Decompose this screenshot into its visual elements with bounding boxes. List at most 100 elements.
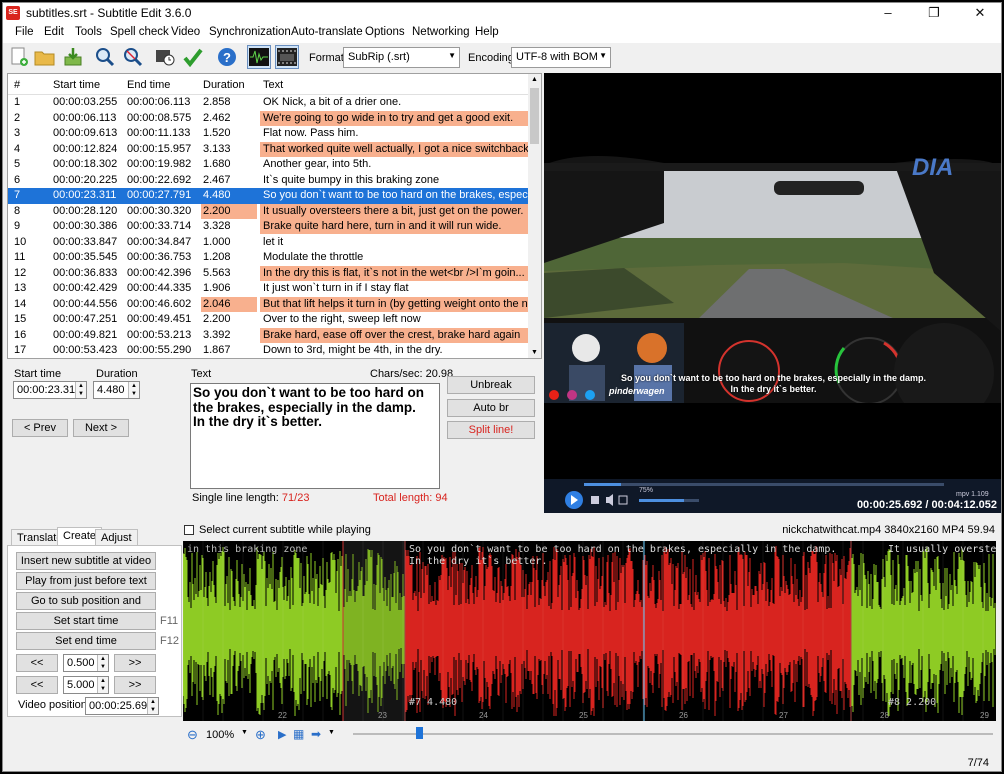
audio-waveform[interactable]: in this braking zone So you don`t want t… [183,541,996,721]
menu-edit[interactable]: Edit [44,26,64,38]
channel-name: pinderwagen [609,386,665,396]
video-progress-bar[interactable] [584,483,621,486]
waveform-scroll-track[interactable] [353,733,993,735]
spin-arrows-icon[interactable]: ▲ ▼ [97,655,108,671]
auto-br-button[interactable]: Auto br [447,399,535,417]
table-row[interactable]: 7 00:00:23.311 00:00:27.791 4.480 So you don… [8,188,529,204]
table-row[interactable]: 1 00:00:03.255 00:00:06.113 2.858 OK Nick, a… [8,95,529,111]
forward-large-button[interactable]: >> [114,676,156,694]
set-start-time-button[interactable]: Set start time [16,612,156,630]
zoom-in-icon[interactable]: ⊕ [255,727,266,743]
scroll-thumb[interactable] [530,88,539,144]
scroll-down-icon[interactable]: ▼ [531,349,538,356]
row-duration: 3.328 [203,220,231,232]
row-end-time: 00:00:30.320 [127,204,192,217]
table-row[interactable]: 15 00:00:47.251 00:00:49.451 2.200 Over to t… [8,312,529,328]
table-row[interactable]: 2 00:00:06.113 00:00:08.575 2.462 We're goin… [8,110,529,127]
subtitle-grid[interactable]: # Start time End time Duration Text 1 00:… [7,73,542,359]
forward-small-button[interactable]: >> [114,654,156,672]
duration-input[interactable]: 4.480 ▲ ▼ [93,381,140,399]
table-row[interactable]: 9 00:00:30.386 00:00:33.714 3.328 Brake quit… [8,219,529,235]
save-icon[interactable] [61,45,85,69]
new-file-icon[interactable] [7,45,31,69]
menu-auto-translate[interactable]: Auto-translate [291,26,363,38]
table-row[interactable]: 12 00:00:36.833 00:00:42.396 5.563 In the dr… [8,265,529,282]
video-position-input[interactable]: 00:00:25.692 ▲ ▼ [85,697,159,715]
maximize-button[interactable]: ❐ [911,3,957,23]
menu-spell-check[interactable]: Spell check [110,26,169,38]
help-icon[interactable]: ? [215,45,239,69]
insert-subtitle-button[interactable]: Insert new subtitle at video pos [16,552,156,583]
chevron-down-icon[interactable]: ▼ [241,729,248,736]
menu-tools[interactable]: Tools [75,26,102,38]
spin-arrows-icon[interactable]: ▲ ▼ [128,382,139,398]
next-button[interactable]: Next > [73,419,129,437]
col-start-time[interactable]: Start time [53,79,100,91]
step-large-input[interactable]: 5.000 ▲ ▼ [63,676,109,694]
grid-scrollbar[interactable]: ▲ ▼ [528,74,541,358]
find-icon[interactable] [93,45,117,69]
table-row[interactable]: 5 00:00:18.302 00:00:19.982 1.680 Another ge… [8,157,529,173]
menu-video[interactable]: Video [171,26,200,38]
volume-slider[interactable] [639,499,684,502]
menu-options[interactable]: Options [365,26,405,38]
encoding-select[interactable]: UTF-8 with BOM ▼ [511,47,611,68]
start-time-input[interactable]: 00:00:23.311 ▲ ▼ [13,381,87,399]
row-end-time: 00:00:34.847 [127,235,192,248]
play-before-text-button[interactable]: Play from just before text [16,572,156,590]
col-number[interactable]: # [14,79,20,91]
back-small-button[interactable]: << [16,654,58,672]
go-to-sub-button[interactable]: Go to sub position and pause [16,592,156,623]
zoom-out-icon[interactable]: ⊖ [187,727,198,743]
spell-check-icon[interactable] [181,45,205,69]
subtitle-text-editor[interactable]: So you don`t want to be too hard on the … [190,383,440,489]
zoom-level[interactable]: 100% [206,729,234,741]
table-row[interactable]: 6 00:00:20.225 00:00:22.692 2.467 It`s quite… [8,173,529,189]
row-text: Brake quite hard here, turn in and it wi… [260,219,529,234]
table-row[interactable]: 11 00:00:35.545 00:00:36.753 1.208 Modulate … [8,250,529,266]
menu-help[interactable]: Help [475,26,499,38]
scroll-up-icon[interactable]: ▲ [531,76,538,83]
video-toggle-icon[interactable] [275,45,299,69]
table-row[interactable]: 4 00:00:12.824 00:00:15.957 3.133 That worke… [8,141,529,158]
minimize-button[interactable]: – [865,3,911,23]
menu-file[interactable]: File [15,26,34,38]
col-duration[interactable]: Duration [203,79,245,91]
video-player[interactable]: DIA So you don`t want to be too hard on … [544,73,1001,513]
stop-icon[interactable] [591,496,599,504]
spin-arrows-icon[interactable]: ▲ ▼ [75,382,86,398]
menu-networking[interactable]: Networking [412,26,470,38]
col-end-time[interactable]: End time [127,79,170,91]
spin-arrows-icon[interactable]: ▲ ▼ [147,698,158,714]
row-text: Down to 3rd, might be 4th, in the dry. [263,344,443,356]
chevron-down-icon[interactable]: ▼ [328,729,335,736]
table-row[interactable]: 8 00:00:28.120 00:00:30.320 2.200 It usually… [8,203,529,220]
waveform-toggle-icon[interactable] [247,45,271,69]
col-text[interactable]: Text [263,79,283,91]
split-line-button[interactable]: Split line! [447,421,535,439]
select-current-checkbox[interactable] [184,525,194,535]
forward-icon[interactable]: ➡ [311,727,321,741]
open-folder-icon[interactable] [33,45,57,69]
format-select[interactable]: SubRip (.srt) ▼ [343,47,460,68]
close-button[interactable]: ✕ [957,3,1001,23]
spin-arrows-icon[interactable]: ▲ ▼ [97,677,108,693]
step-small-input[interactable]: 0.500 ▲ ▼ [63,654,109,672]
table-row[interactable]: 17 00:00:53.423 00:00:55.290 1.867 Down to 3… [8,343,529,358]
waveform-scroll-thumb[interactable] [416,727,423,739]
table-row[interactable]: 14 00:00:44.556 00:00:46.602 2.046 But that … [8,296,529,313]
prev-button[interactable]: < Prev [12,419,68,437]
menu-synchronization[interactable]: Synchronization [209,26,291,38]
grid-icon[interactable]: ▦ [293,727,304,741]
replace-icon[interactable] [121,45,145,69]
table-row[interactable]: 16 00:00:49.821 00:00:53.213 3.392 Brake har… [8,327,529,344]
table-row[interactable]: 3 00:00:09.613 00:00:11.133 1.520 Flat now. … [8,126,529,142]
table-row[interactable]: 10 00:00:33.847 00:00:34.847 1.000 let it [8,235,529,251]
tab-adjust[interactable]: Adjust [95,529,138,546]
visual-sync-icon[interactable] [153,45,177,69]
table-row[interactable]: 13 00:00:42.429 00:00:44.335 1.906 It just w… [8,281,529,297]
play-selection-icon[interactable]: ▶ [278,728,286,741]
back-large-button[interactable]: << [16,676,58,694]
unbreak-button[interactable]: Unbreak [447,376,535,394]
set-end-time-button[interactable]: Set end time [16,632,156,650]
